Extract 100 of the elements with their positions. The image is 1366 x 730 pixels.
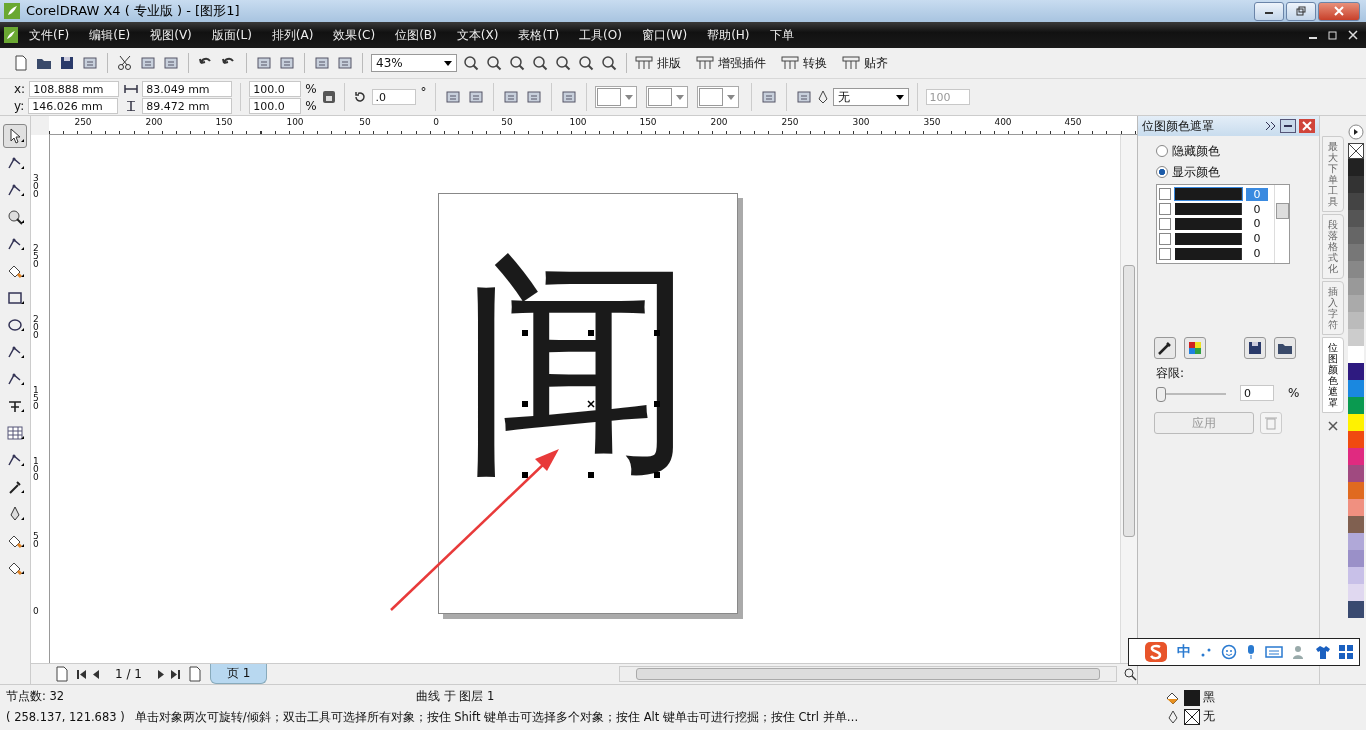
menu-item[interactable]: 视图(V) [139,26,201,44]
color-swatch[interactable] [1348,465,1364,482]
list-scrollbar[interactable] [1274,185,1289,263]
color-swatch[interactable] [1348,516,1364,533]
selection-handle[interactable] [654,401,660,407]
minimize-button[interactable] [1254,1,1284,21]
color-swatch[interactable] [1348,295,1364,312]
color-swatch[interactable] [1348,397,1364,414]
docker-tab[interactable]: 插入字符 [1322,281,1344,335]
rotation-field[interactable]: .0 [371,89,416,105]
color-swatch[interactable] [1348,414,1364,431]
selection-handle[interactable] [522,330,528,336]
slider-thumb[interactable] [1156,386,1166,402]
menu-item[interactable]: 帮助(H) [696,26,759,44]
horizontal-scrollbar[interactable] [619,666,1117,682]
menu-item[interactable]: 位图(B) [384,26,446,44]
radio-label[interactable]: 显示颜色 [1172,163,1220,181]
color-swatch[interactable] [1348,567,1364,584]
outline-dropdown[interactable]: 无 [832,88,909,106]
color-swatch[interactable] [1348,312,1364,329]
radio-button[interactable] [1156,145,1168,157]
input-mode-toggle[interactable]: 中 [1177,643,1191,661]
selection-handle[interactable] [522,472,528,478]
color-swatch[interactable] [1175,247,1242,260]
menu-item[interactable]: 文本(X) [445,26,508,44]
checkbox[interactable] [1159,247,1171,260]
menu-item[interactable]: 表格(T) [507,26,569,44]
color-swatch[interactable] [1175,232,1242,245]
input-method-logo-icon[interactable] [1143,640,1169,664]
selection-handle[interactable] [588,472,594,478]
toolbar-button[interactable]: 增强插件 [696,54,766,72]
x-position-field[interactable]: 108.888 mm [29,80,120,97]
microphone-icon[interactable] [1245,644,1257,660]
restore-button[interactable] [1286,1,1316,21]
color-swatch[interactable] [1175,188,1242,201]
y-position-field[interactable]: 146.026 mm [28,97,119,114]
palette-scroll-icon[interactable] [1348,124,1364,140]
zoom-icon[interactable] [1123,667,1137,681]
zoom-selected-icon[interactable] [508,54,526,72]
color-swatch[interactable] [1348,380,1364,397]
docker-tab[interactable]: 最大下单工具 [1322,136,1344,212]
save-button[interactable] [1244,337,1266,359]
menu-item[interactable]: 下单 [758,26,803,44]
color-swatch[interactable] [1348,193,1364,210]
tolerance-field[interactable]: 0 [1240,385,1274,401]
selection-handle[interactable] [654,330,660,336]
color-swatch[interactable] [1348,329,1364,346]
zoom-height-icon[interactable] [600,54,618,72]
color-swatch[interactable] [1348,431,1364,448]
zoom-all-icon[interactable] [531,54,549,72]
drawing-canvas[interactable]: 闻 [50,135,1120,663]
menu-item[interactable]: 窗口(W) [630,26,697,44]
checkbox[interactable] [1159,232,1171,245]
color-swatch[interactable] [1348,159,1364,176]
zoom-dropdown[interactable]: 43% [371,54,457,72]
zoom-in-icon[interactable] [462,54,480,72]
toolbar-button[interactable]: 转换 [781,54,827,72]
smiley-icon[interactable] [1221,644,1237,660]
style-dropdown[interactable] [594,86,637,108]
last-page-icon[interactable] [170,669,180,679]
style-dropdown[interactable] [645,86,688,108]
scale-field[interactable]: 100.0 [249,80,302,97]
close-icon[interactable] [1328,421,1338,431]
selection-handle[interactable] [588,330,594,336]
grid-icon[interactable] [1339,645,1353,659]
no-color-swatch[interactable] [1348,143,1364,159]
lock-icon[interactable] [321,90,336,104]
expand-icon[interactable] [1265,121,1277,131]
radio-button[interactable] [1156,166,1168,178]
color-swatch[interactable] [1348,584,1364,601]
zoom-width-icon[interactable] [577,54,595,72]
menu-item[interactable]: 排列(A) [260,26,323,44]
restore-icon[interactable] [1328,30,1338,40]
color-swatch[interactable] [1348,244,1364,261]
next-page-icon[interactable] [157,669,165,679]
color-swatch[interactable] [1348,176,1364,193]
checkbox[interactable] [1159,188,1171,201]
selection-handle[interactable] [654,472,660,478]
menu-item[interactable]: 效果(C) [322,26,385,44]
menu-item[interactable]: 工具(O) [568,26,631,44]
save-icon[interactable] [58,54,76,72]
color-select-button[interactable] [1184,337,1206,359]
character-curve[interactable]: 闻 [460,247,696,483]
checkbox[interactable] [1159,203,1171,216]
shirt-icon[interactable] [1315,644,1331,660]
minimize-icon[interactable] [1280,119,1296,133]
keyboard-icon[interactable] [1265,646,1283,658]
vertical-scrollbar[interactable] [1120,135,1137,663]
toolbar-button[interactable]: 贴齐 [842,54,888,72]
width-field[interactable]: 83.049 mm [142,80,233,97]
zoom-page-icon[interactable] [554,54,572,72]
color-swatch[interactable] [1348,448,1364,465]
color-swatch[interactable] [1348,533,1364,550]
color-swatch[interactable] [1348,278,1364,295]
color-swatch[interactable] [1175,218,1242,230]
color-swatch[interactable] [1175,203,1242,216]
eyedropper-button[interactable] [1154,337,1176,359]
color-swatch[interactable] [1348,227,1364,244]
color-swatch[interactable] [1348,346,1364,363]
tool-button[interactable] [3,124,27,148]
